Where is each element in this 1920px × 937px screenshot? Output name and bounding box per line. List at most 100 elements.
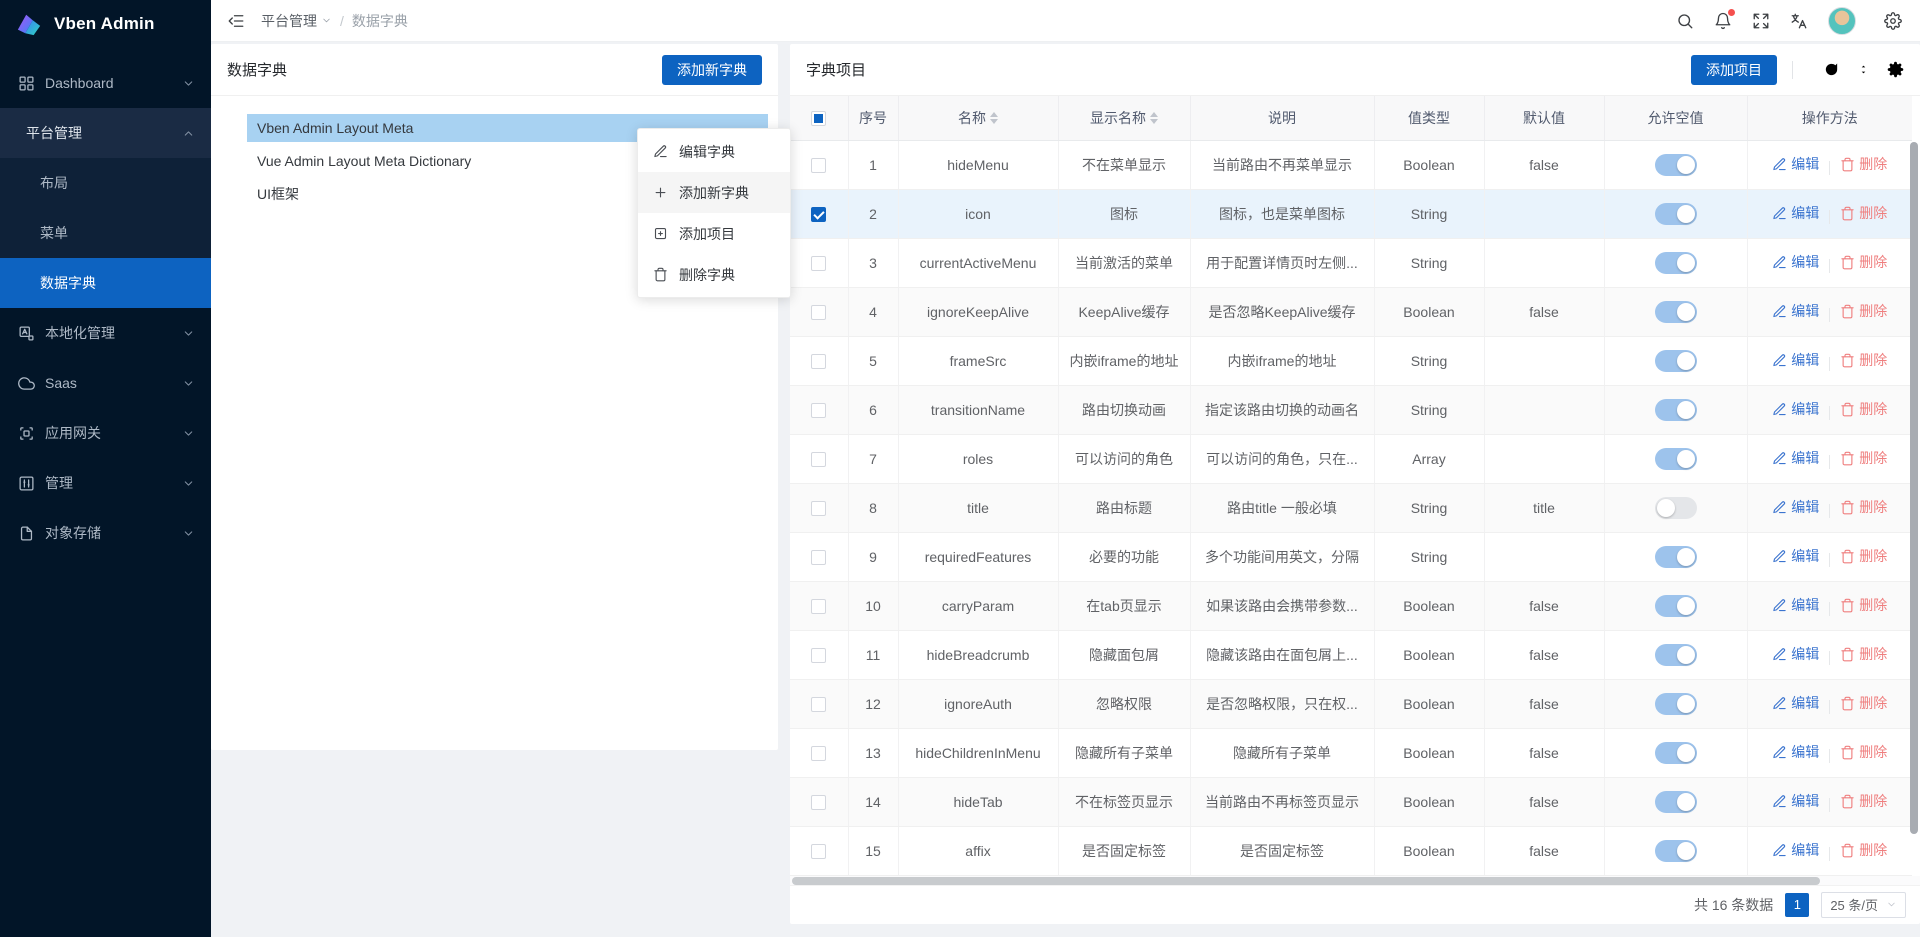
- edit-button[interactable]: 编辑: [1772, 840, 1819, 860]
- collapse-sidebar-icon[interactable]: [227, 12, 245, 30]
- column-settings-icon[interactable]: [1887, 61, 1904, 78]
- row-checkbox[interactable]: [811, 256, 826, 271]
- edit-button[interactable]: 编辑: [1772, 595, 1819, 615]
- context-menu-item-添加项目[interactable]: 添加项目: [638, 213, 790, 254]
- sidebar-item-管理[interactable]: 管理: [0, 458, 211, 508]
- allow-empty-toggle[interactable]: [1655, 497, 1697, 519]
- delete-button[interactable]: 删除: [1840, 595, 1887, 615]
- edit-button[interactable]: 编辑: [1772, 448, 1819, 468]
- refresh-icon[interactable]: [1823, 61, 1840, 78]
- edit-button[interactable]: 编辑: [1772, 301, 1819, 321]
- row-checkbox[interactable]: [811, 158, 826, 173]
- sort-ascending-icon[interactable]: [990, 112, 998, 117]
- row-checkbox[interactable]: [811, 501, 826, 516]
- delete-button[interactable]: 删除: [1840, 448, 1887, 468]
- row-checkbox[interactable]: [811, 599, 826, 614]
- sidebar-item-布局[interactable]: 布局: [0, 158, 211, 208]
- row-checkbox[interactable]: [811, 746, 826, 761]
- allow-empty-toggle[interactable]: [1655, 350, 1697, 372]
- allow-empty-toggle[interactable]: [1655, 154, 1697, 176]
- sidebar-item-数据字典[interactable]: 数据字典: [0, 258, 211, 308]
- search-icon[interactable]: [1676, 12, 1694, 30]
- delete-button[interactable]: 删除: [1840, 497, 1887, 517]
- edit-button[interactable]: 编辑: [1772, 791, 1819, 811]
- delete-button[interactable]: 删除: [1840, 301, 1887, 321]
- delete-button[interactable]: 删除: [1840, 154, 1887, 174]
- sort-descending-icon[interactable]: [990, 119, 998, 124]
- allow-empty-toggle[interactable]: [1655, 791, 1697, 813]
- add-item-button[interactable]: 添加项目: [1691, 55, 1777, 85]
- edit-button[interactable]: 编辑: [1772, 399, 1819, 419]
- row-checkbox[interactable]: [811, 648, 826, 663]
- content: 数据字典 添加新字典 Vben Admin Layout MetaVue Adm…: [211, 42, 1920, 937]
- select-all-checkbox[interactable]: [811, 111, 826, 126]
- horizontal-scrollbar-thumb[interactable]: [792, 877, 1820, 885]
- context-menu-item-添加新字典[interactable]: 添加新字典: [638, 172, 790, 213]
- sort-ascending-icon[interactable]: [1150, 112, 1158, 117]
- context-menu-item-编辑字典[interactable]: 编辑字典: [638, 131, 790, 172]
- delete-button[interactable]: 删除: [1840, 252, 1887, 272]
- delete-button[interactable]: 删除: [1840, 350, 1887, 370]
- delete-button[interactable]: 删除: [1840, 742, 1887, 762]
- row-checkbox[interactable]: [811, 354, 826, 369]
- edit-button[interactable]: 编辑: [1772, 742, 1819, 762]
- page-number-1[interactable]: 1: [1785, 893, 1809, 917]
- allow-empty-toggle[interactable]: [1655, 203, 1697, 225]
- row-checkbox[interactable]: [811, 452, 826, 467]
- vertical-scrollbar-thumb[interactable]: [1910, 142, 1918, 834]
- allow-empty-toggle[interactable]: [1655, 693, 1697, 715]
- sidebar-item-对象存储[interactable]: 对象存储: [0, 508, 211, 558]
- context-menu-item-删除字典[interactable]: 删除字典: [638, 254, 790, 295]
- row-checkbox[interactable]: [811, 403, 826, 418]
- edit-button[interactable]: 编辑: [1772, 350, 1819, 370]
- sidebar-item-平台管理[interactable]: 平台管理: [0, 108, 211, 158]
- sidebar-item-Dashboard[interactable]: Dashboard: [0, 58, 211, 108]
- delete-button[interactable]: 删除: [1840, 791, 1887, 811]
- row-height-icon[interactable]: [1855, 61, 1872, 78]
- edit-button[interactable]: 编辑: [1772, 154, 1819, 174]
- logo[interactable]: Vben Admin: [0, 0, 211, 48]
- delete-button[interactable]: 删除: [1840, 546, 1887, 566]
- allow-empty-toggle[interactable]: [1655, 840, 1697, 862]
- row-checkbox[interactable]: [811, 844, 826, 859]
- page-size-select[interactable]: 25 条/页: [1821, 892, 1906, 918]
- edit-button[interactable]: 编辑: [1772, 546, 1819, 566]
- sortable-header[interactable]: 名称: [958, 108, 998, 128]
- sidebar-item-菜单[interactable]: 菜单: [0, 208, 211, 258]
- row-checkbox[interactable]: [811, 550, 826, 565]
- bell-icon[interactable]: [1714, 12, 1732, 30]
- edit-button[interactable]: 编辑: [1772, 644, 1819, 664]
- allow-empty-toggle[interactable]: [1655, 399, 1697, 421]
- delete-button[interactable]: 删除: [1840, 840, 1887, 860]
- edit-button[interactable]: 编辑: [1772, 203, 1819, 223]
- sidebar-item-应用网关[interactable]: 应用网关: [0, 408, 211, 458]
- settings-gear-icon[interactable]: [1884, 12, 1902, 30]
- translate-icon[interactable]: [1790, 12, 1808, 30]
- row-checkbox[interactable]: [811, 697, 826, 712]
- delete-button[interactable]: 删除: [1840, 399, 1887, 419]
- row-checkbox[interactable]: [811, 305, 826, 320]
- allow-empty-toggle[interactable]: [1655, 448, 1697, 470]
- allow-empty-toggle[interactable]: [1655, 595, 1697, 617]
- edit-button[interactable]: 编辑: [1772, 497, 1819, 517]
- breadcrumb-item-platform[interactable]: 平台管理: [261, 11, 332, 31]
- add-dictionary-button[interactable]: 添加新字典: [662, 55, 762, 85]
- delete-button[interactable]: 删除: [1840, 203, 1887, 223]
- row-checkbox[interactable]: [811, 207, 826, 222]
- allow-empty-toggle[interactable]: [1655, 742, 1697, 764]
- sidebar-item-Saas[interactable]: Saas: [0, 358, 211, 408]
- avatar[interactable]: [1828, 7, 1856, 35]
- sidebar-item-本地化管理[interactable]: 本地化管理: [0, 308, 211, 358]
- fullscreen-icon[interactable]: [1752, 12, 1770, 30]
- edit-button[interactable]: 编辑: [1772, 252, 1819, 272]
- edit-button[interactable]: 编辑: [1772, 693, 1819, 713]
- delete-button[interactable]: 删除: [1840, 693, 1887, 713]
- allow-empty-toggle[interactable]: [1655, 252, 1697, 274]
- row-checkbox[interactable]: [811, 795, 826, 810]
- sortable-header[interactable]: 显示名称: [1090, 108, 1158, 128]
- allow-empty-toggle[interactable]: [1655, 644, 1697, 666]
- delete-button[interactable]: 删除: [1840, 644, 1887, 664]
- allow-empty-toggle[interactable]: [1655, 301, 1697, 323]
- sort-descending-icon[interactable]: [1150, 119, 1158, 124]
- allow-empty-toggle[interactable]: [1655, 546, 1697, 568]
